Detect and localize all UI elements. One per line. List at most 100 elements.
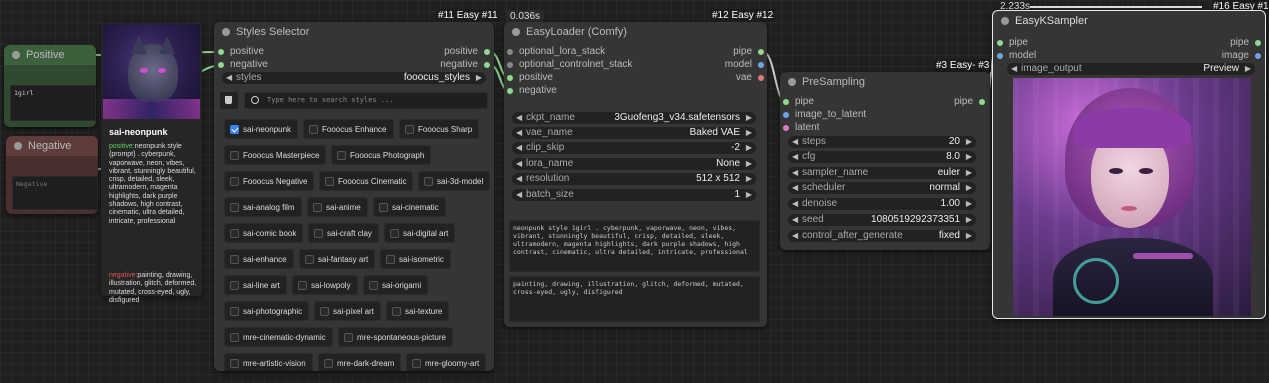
arrow-right-icon[interactable]: ▶ [966,167,972,179]
arrow-right-icon[interactable]: ▶ [966,182,972,194]
pin-icon[interactable] [507,88,513,94]
collapse-dot-icon[interactable] [12,51,20,59]
style-chip[interactable]: sai-texture [386,301,450,321]
output-slot-vae[interactable]: vae [736,72,764,84]
style-chip[interactable]: sai-cinematic [373,197,446,217]
style-chip[interactable]: Fooocus Sharp [399,119,480,139]
checkbox-icon[interactable] [320,307,329,316]
arrow-left-icon[interactable]: ◀ [792,167,798,179]
widget-5[interactable]: ◀ batch_size 1 ▶ [512,189,756,201]
style-chip[interactable]: sai-comic book [224,223,304,243]
output-slot-pipe[interactable]: pipe [733,46,764,58]
output-slot-pipe[interactable]: pipe [1230,37,1261,49]
arrow-right-icon[interactable]: ▶ [966,136,972,148]
style-chip[interactable]: mre-spontaneous-picture [338,327,453,347]
image-output-combo[interactable]: ◀ image_output Preview ▶ [1007,63,1255,75]
style-chip[interactable]: sai-isometric [380,249,451,269]
easyloader-node[interactable]: EasyLoader (Comfy) optional_lora_stack o… [504,22,767,327]
arrow-left-icon[interactable]: ◀ [516,189,522,201]
arrow-left-icon[interactable]: ◀ [792,182,798,194]
arrow-right-icon[interactable]: ▶ [966,151,972,163]
pin-icon[interactable] [507,75,513,81]
arrow-right-icon[interactable]: ▶ [966,214,972,226]
checkbox-icon[interactable] [230,177,239,186]
checkbox-icon[interactable] [309,125,318,134]
generated-image-preview[interactable] [1013,78,1251,316]
widget-4[interactable]: ◀ denoise 1.00 ▶ [788,198,976,210]
checkbox-icon[interactable] [230,255,239,264]
style-chip[interactable]: Fooocus Enhance [303,119,394,139]
pin-icon[interactable] [997,53,1003,59]
pin-icon[interactable] [1255,40,1261,46]
checkbox-icon[interactable] [369,281,378,290]
style-chip[interactable]: sai-3d-model [418,171,491,191]
widget-1[interactable]: ◀ cfg 8.0 ▶ [788,151,976,163]
checkbox-icon[interactable] [379,203,388,212]
checkbox-icon[interactable] [230,229,239,238]
arrow-right-icon[interactable]: ▶ [746,112,752,124]
checkbox-icon[interactable] [325,177,334,186]
checkbox-icon[interactable] [405,125,414,134]
checkbox-icon[interactable] [344,333,353,342]
style-chip[interactable]: sai-analog film [224,197,302,217]
loader-negative-text[interactable]: painting, drawing, illustration, glitch,… [509,276,760,322]
input-slot-pipe[interactable]: pipe [783,96,814,108]
style-chip[interactable]: sai-lowpoly [292,275,358,295]
input-slot-lora-stack[interactable]: optional_lora_stack [507,46,605,58]
style-chip[interactable]: mre-cinematic-dynamic [224,327,333,347]
checkbox-icon[interactable] [313,203,322,212]
negative-node[interactable]: Negative Negative [6,136,98,214]
arrow-left-icon[interactable]: ◀ [516,158,522,170]
arrow-right-icon[interactable]: ▶ [746,173,752,185]
widget-0[interactable]: ◀ steps 20 ▶ [788,136,976,148]
negative-text-input[interactable]: Negative [12,176,98,210]
pin-icon[interactable] [783,112,789,118]
checkbox-icon[interactable] [230,307,239,316]
arrow-left-icon[interactable]: ◀ [516,112,522,124]
arrow-right-icon[interactable]: ▶ [746,158,752,170]
presampling-title[interactable]: PreSampling [780,72,990,92]
arrow-left-icon[interactable]: ◀ [1011,63,1017,75]
style-chip[interactable]: Fooocus Negative [224,171,315,191]
checkbox-icon[interactable] [230,151,239,160]
checkbox-icon[interactable] [230,281,239,290]
style-chip[interactable]: sai-enhance [224,249,294,269]
checkbox-icon[interactable] [230,359,239,368]
pin-icon[interactable] [758,75,764,81]
checkbox-icon[interactable] [305,255,314,264]
style-chip[interactable]: Fooocus Masterpiece [224,145,327,165]
checkbox-checked-icon[interactable] [230,125,239,134]
positive-text-input[interactable]: 1girl [10,85,96,121]
pin-icon[interactable] [997,40,1003,46]
arrow-left-icon[interactable]: ◀ [516,127,522,139]
checkbox-icon[interactable] [392,307,401,316]
widget-4[interactable]: ◀ resolution 512 x 512 ▶ [512,173,756,185]
arrow-right-icon[interactable]: ▶ [746,142,752,154]
collapse-dot-icon[interactable] [14,142,22,150]
pin-icon[interactable] [758,62,764,68]
input-slot-positive[interactable]: positive [507,72,553,84]
checkbox-icon[interactable] [298,281,307,290]
collapse-dot-icon[interactable] [512,28,520,36]
checkbox-icon[interactable] [324,359,333,368]
arrow-left-icon[interactable]: ◀ [516,142,522,154]
style-chip[interactable]: sai-photographic [224,301,310,321]
styles-selector-node[interactable]: Styles Selector positive negative positi… [214,22,494,371]
arrow-left-icon[interactable]: ◀ [792,230,798,242]
output-slot-pipe[interactable]: pipe [954,96,985,108]
widget-6[interactable]: ◀ control_after_generate fixed ▶ [788,230,976,242]
pin-icon[interactable] [979,99,985,105]
pin-icon[interactable] [783,125,789,131]
widget-3[interactable]: ◀ lora_name None ▶ [512,158,756,170]
arrow-right-icon[interactable]: ▶ [1245,63,1251,75]
arrow-right-icon[interactable]: ▶ [966,230,972,242]
arrow-right-icon[interactable]: ▶ [966,198,972,210]
style-chip[interactable]: sai-anime [307,197,368,217]
ksampler-title[interactable]: EasyKSampler [993,11,1265,31]
checkbox-icon[interactable] [412,359,421,368]
input-slot-controlnet-stack[interactable]: optional_controlnet_stack [507,59,632,71]
positive-node-title[interactable]: Positive [4,45,96,65]
style-chip[interactable]: sai-pixel art [314,301,381,321]
pin-icon[interactable] [507,62,513,68]
arrow-left-icon[interactable]: ◀ [792,214,798,226]
